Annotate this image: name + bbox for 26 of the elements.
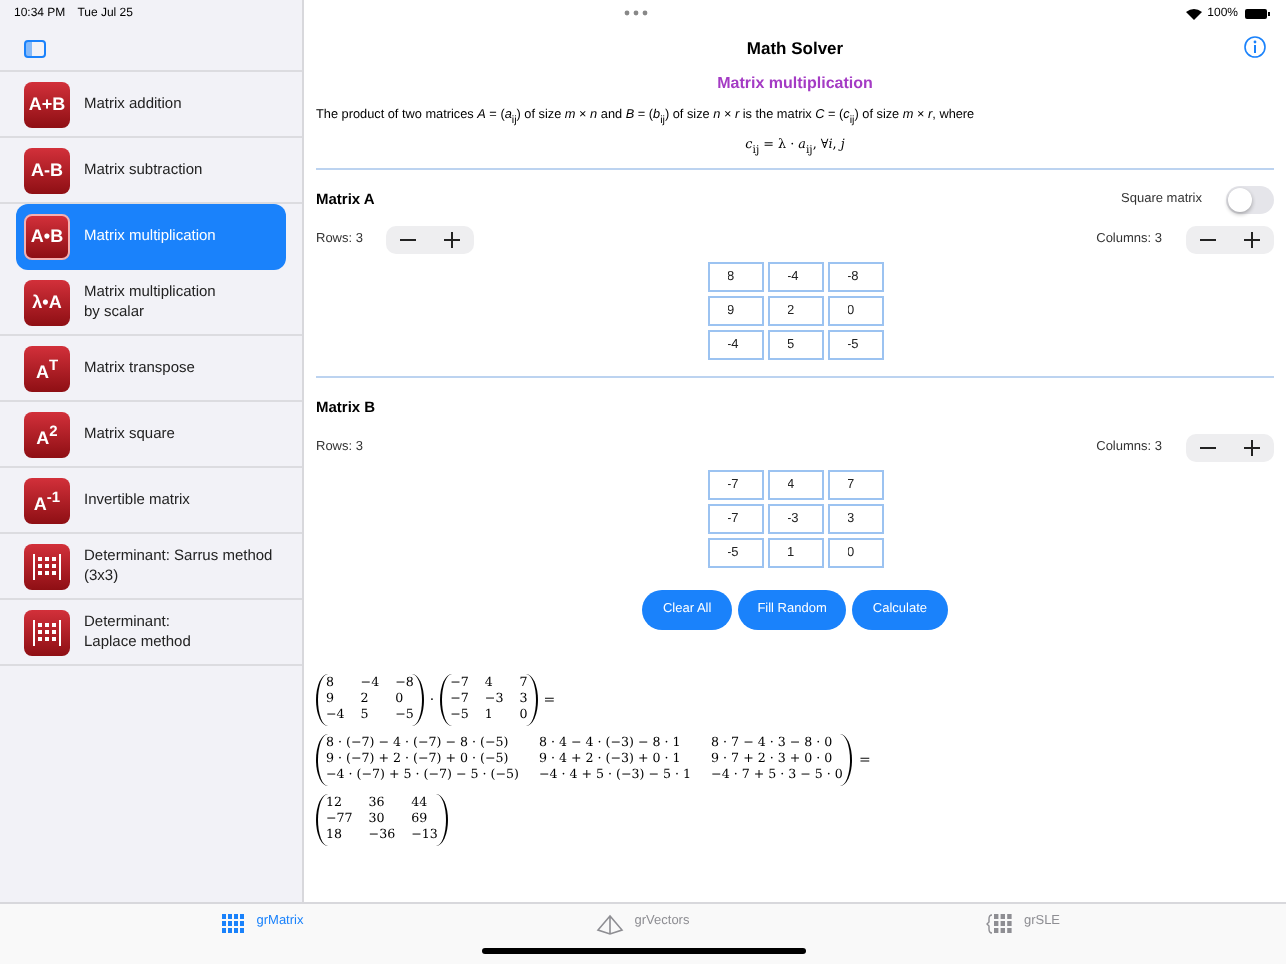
wifi-icon xyxy=(1185,7,1202,19)
matrix-operation-icon: A$^{T}$ xyxy=(24,345,70,391)
matrix-operation-icon: A-B xyxy=(24,147,70,193)
matrix-operation-icon: A•B xyxy=(24,213,70,259)
section-title: Matrix multiplication xyxy=(715,74,875,92)
matrix-operation-icon: λ•A xyxy=(24,279,70,325)
determinant-grid-icon xyxy=(24,609,70,655)
stepper[interactable] xyxy=(1186,433,1274,462)
stepper[interactable] xyxy=(1186,225,1274,254)
app-title: Math Solver xyxy=(746,38,844,58)
plus-icon[interactable] xyxy=(444,231,461,248)
plus-icon[interactable] xyxy=(1244,231,1260,248)
equation-system-icon xyxy=(985,914,1014,934)
info-icon[interactable] xyxy=(1244,36,1266,58)
square-matrix-switch[interactable] xyxy=(1226,185,1274,214)
matrix-operation-icon: A$^{-1}$ xyxy=(24,477,70,523)
grid-icon xyxy=(222,914,247,934)
stepper[interactable] xyxy=(386,225,475,254)
sidebar-toggle-icon[interactable] xyxy=(24,39,46,57)
determinant-grid-icon xyxy=(24,543,70,589)
matrix-operation-icon: A+B xyxy=(24,81,70,127)
multitasking-dots-icon[interactable] xyxy=(624,10,648,16)
pyramid-icon xyxy=(596,914,625,936)
plus-icon[interactable] xyxy=(1244,439,1260,456)
matrix-operation-icon: A$^{2}$ xyxy=(24,411,70,457)
battery-icon xyxy=(1244,7,1270,19)
